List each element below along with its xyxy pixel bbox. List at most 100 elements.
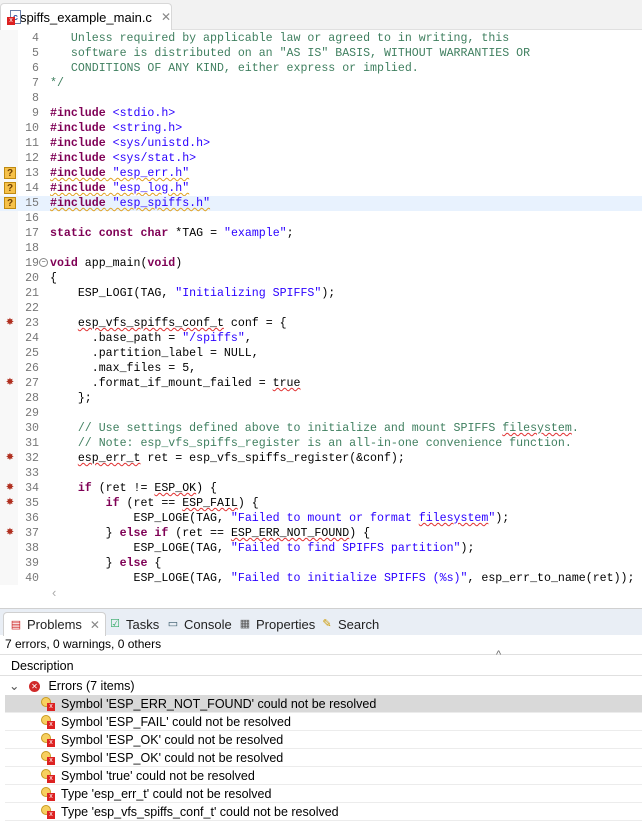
code-line[interactable]: 26 .max_files = 5,: [0, 361, 642, 376]
code-line[interactable]: 22: [0, 301, 642, 316]
code-line[interactable]: ? 14 #include "esp_log.h": [0, 181, 642, 196]
error-bug-icon[interactable]: ✸: [4, 497, 16, 509]
code-line[interactable]: 29: [0, 406, 642, 421]
editor-tab[interactable]: cx spiffs_example_main.c ✕: [0, 3, 172, 30]
tab-tasks[interactable]: ☑ Tasks: [108, 612, 159, 636]
tab-console[interactable]: ▭ Console: [166, 612, 232, 636]
code-token: }: [50, 557, 120, 570]
code-line[interactable]: 6 CONDITIONS OF ANY KIND, either express…: [0, 61, 642, 76]
problem-item[interactable]: x Symbol 'ESP_OK' could not be resolved: [5, 731, 642, 749]
code-text: };: [50, 391, 92, 406]
code-line[interactable]: ✸ 32 esp_err_t ret = esp_vfs_spiffs_regis…: [0, 451, 642, 466]
code-line[interactable]: 36 ESP_LOGE(TAG, "Failed to mount or for…: [0, 511, 642, 526]
error-bug-icon[interactable]: ✸: [4, 482, 16, 494]
line-number: 37: [25, 527, 39, 540]
column-header-label: Description: [11, 659, 74, 673]
code-line[interactable]: 31 // Note: esp_vfs_spiffs_register is a…: [0, 436, 642, 451]
error-bug-icon[interactable]: ✸: [4, 377, 16, 389]
c-file-error-icon: cx: [7, 9, 21, 25]
code-line[interactable]: 18: [0, 241, 642, 256]
problem-item[interactable]: x Symbol 'ESP_OK' could not be resolved: [5, 749, 642, 767]
code-line[interactable]: 17 static const char *TAG = "example";: [0, 226, 642, 241]
code-line[interactable]: 39 } else {: [0, 556, 642, 571]
code-line[interactable]: ✸ 37 } else if (ret == ESP_ERR_NOT_FOUND)…: [0, 526, 642, 541]
close-icon[interactable]: ✕: [161, 10, 171, 24]
code-text: software is distributed on an "AS IS" BA…: [50, 46, 530, 61]
fold-icon[interactable]: −: [39, 258, 48, 267]
code-line[interactable]: 30 // Use settings defined above to init…: [0, 421, 642, 436]
problem-item[interactable]: x Symbol 'ESP_ERR_NOT_FOUND' could not be…: [5, 695, 642, 713]
code-line[interactable]: ✸ 34 if (ret != ESP_OK) {: [0, 481, 642, 496]
line-number: 20: [25, 272, 39, 285]
line-number: 38: [25, 542, 39, 555]
line-number: 32: [25, 452, 39, 465]
description-column-header[interactable]: Description ^: [0, 649, 642, 676]
problem-description: Type 'esp_vfs_spiffs_conf_t' could not b…: [61, 805, 339, 819]
code-token: "Failed to mount or format: [230, 512, 419, 525]
code-line[interactable]: 10 #include <string.h>: [0, 121, 642, 136]
line-number: 19: [25, 257, 39, 270]
unresolved-include-icon[interactable]: ?: [4, 182, 16, 194]
code-token: void: [147, 257, 176, 270]
errors-group[interactable]: ⌄ ✕ Errors (7 items): [5, 677, 642, 695]
code-line[interactable]: 20 {: [0, 271, 642, 286]
code-text: .max_files = 5,: [50, 361, 196, 376]
code-token: .base_path =: [50, 332, 183, 345]
code-line[interactable]: 33: [0, 466, 642, 481]
code-line[interactable]: 25 .partition_label = NULL,: [0, 346, 642, 361]
code-line[interactable]: ✸ 23 esp_vfs_spiffs_conf_t conf = {: [0, 316, 642, 331]
code-line[interactable]: 9 #include <stdio.h>: [0, 106, 642, 121]
code-token: else: [119, 557, 148, 570]
problem-description: Type 'esp_err_t' could not be resolved: [61, 787, 272, 801]
code-line[interactable]: 38 ESP_LOGE(TAG, "Failed to find SPIFFS …: [0, 541, 642, 556]
code-text: ESP_LOGI(TAG, "Initializing SPIFFS");: [50, 286, 335, 301]
error-bug-icon[interactable]: ✸: [4, 527, 16, 539]
chevron-down-icon[interactable]: ⌄: [9, 679, 19, 693]
line-number: 40: [25, 572, 39, 585]
code-line[interactable]: ✸ 35 if (ret == ESP_FAIL) {: [0, 496, 642, 511]
panel-tab-bar: ▤ Problems ✕ ☑ Tasks ▭ Console ▦ Propert…: [0, 608, 642, 636]
code-line[interactable]: ? 13 #include "esp_err.h": [0, 166, 642, 181]
error-bug-icon[interactable]: ✸: [4, 452, 16, 464]
problem-item[interactable]: x Symbol 'ESP_FAIL' could not be resolved: [5, 713, 642, 731]
code-line[interactable]: 12 #include <sys/stat.h>: [0, 151, 642, 166]
code-token: "example": [224, 227, 287, 240]
code-line[interactable]: 4 Unless required by applicable law or a…: [0, 31, 642, 46]
code-line[interactable]: 16: [0, 211, 642, 226]
code-line[interactable]: ? 15 #include "esp_spiffs.h": [0, 196, 642, 211]
problem-item[interactable]: x Type 'esp_vfs_spiffs_conf_t' could not …: [5, 803, 642, 821]
code-editor[interactable]: 4 Unless required by applicable law or a…: [0, 30, 642, 603]
code-line[interactable]: 7 */: [0, 76, 642, 91]
code-token: ESP_OK: [154, 482, 197, 495]
code-line[interactable]: 40 ESP_LOGE(TAG, "Failed to initialize S…: [0, 571, 642, 586]
code-line[interactable]: 5 software is distributed on an "AS IS" …: [0, 46, 642, 61]
code-token: "Failed to initialize SPIFFS (%s)": [230, 572, 468, 585]
close-icon[interactable]: ✕: [90, 618, 100, 632]
tab-search[interactable]: ✎ Search: [320, 612, 379, 636]
error-bug-icon[interactable]: ✸: [4, 317, 16, 329]
code-token: const: [98, 227, 134, 240]
code-line[interactable]: 28 };: [0, 391, 642, 406]
tab-properties[interactable]: ▦ Properties: [238, 612, 315, 636]
code-line[interactable]: 11 #include <sys/unistd.h>: [0, 136, 642, 151]
code-line[interactable]: 21 ESP_LOGI(TAG, "Initializing SPIFFS");: [0, 286, 642, 301]
problem-description: Symbol 'ESP_FAIL' could not be resolved: [61, 715, 291, 729]
problem-description: Symbol 'ESP_ERR_NOT_FOUND' could not be …: [61, 697, 377, 711]
code-line[interactable]: 8: [0, 91, 642, 106]
unresolved-include-icon[interactable]: ?: [4, 167, 16, 179]
code-token: app_main(: [77, 257, 148, 270]
horizontal-scrollbar[interactable]: ‹: [42, 585, 642, 601]
code-token: *TAG =: [168, 227, 224, 240]
error-marker-icon: x: [41, 715, 55, 729]
unresolved-include-icon[interactable]: ?: [4, 197, 16, 209]
code-line[interactable]: 24 .base_path = "/spiffs",: [0, 331, 642, 346]
scroll-left-icon[interactable]: ‹: [52, 585, 56, 600]
code-line[interactable]: 19− void app_main(void): [0, 256, 642, 271]
code-line[interactable]: ✸ 27 .format_if_mount_failed = true: [0, 376, 642, 391]
line-number: 12: [25, 152, 39, 165]
tab-problems[interactable]: ▤ Problems ✕: [3, 612, 106, 636]
problem-item[interactable]: x Type 'esp_err_t' could not be resolved: [5, 785, 642, 803]
problem-item[interactable]: x Symbol 'true' could not be resolved: [5, 767, 642, 785]
